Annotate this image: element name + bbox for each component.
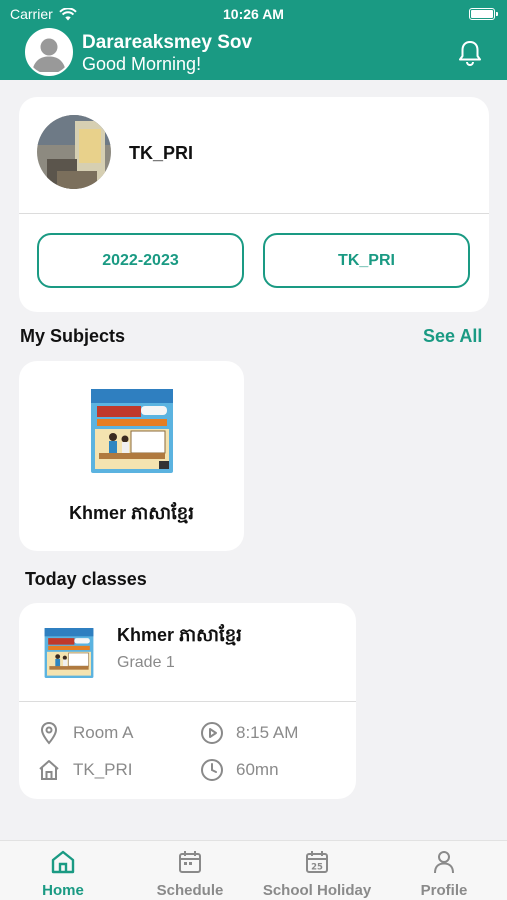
see-all-link[interactable]: See All [423, 326, 482, 347]
school-logo [37, 115, 111, 189]
today-classes-title: Today classes [25, 569, 147, 589]
class-room: Room A [37, 721, 133, 745]
status-bar: Carrier 10:26 AM [0, 0, 507, 28]
class-room-text: Room A [73, 723, 134, 742]
house-icon [39, 760, 59, 780]
subject-card[interactable]: Khmer ភាសាខ្មែរ [19, 361, 244, 551]
card-divider [19, 213, 489, 214]
play-circle-icon [201, 722, 223, 744]
school-photo-icon [37, 115, 111, 189]
bottom-nav: Home Schedule 25 School Holiday Profile [0, 840, 507, 900]
class-duration-text: 60mn [236, 760, 279, 779]
school-name: TK_PRI [129, 143, 194, 163]
nav-profile-label: Profile [420, 882, 468, 899]
app-header: Carrier 10:26 AM Darareaksmey Sov Good M… [0, 0, 507, 80]
status-time: 10:26 AM [223, 6, 284, 22]
bell-icon[interactable] [455, 38, 485, 68]
user-name: Darareaksmey Sov [82, 32, 253, 53]
class-grade: Grade 1 [117, 654, 175, 671]
location-pin-icon [40, 721, 58, 745]
class-subject: Khmer ភាសាខ្មែរ [117, 625, 242, 645]
class-school: TK_PRI [37, 758, 133, 782]
calendar-25-icon: 25 [306, 851, 328, 873]
class-duration: 60mn [200, 758, 279, 782]
nav-home-label: Home [42, 882, 84, 899]
class-card[interactable]: Khmer ភាសាខ្មែរ Grade 1 Room A 8:15 AM T… [19, 603, 356, 799]
nav-profile[interactable]: Profile [381, 841, 507, 900]
home-icon [51, 850, 75, 874]
nav-schedule[interactable]: Schedule [127, 841, 253, 900]
academic-year-button[interactable]: 2022-2023 [37, 233, 244, 288]
subject-name: Khmer ភាសាខ្មែរ [69, 503, 194, 523]
svg-text:25: 25 [311, 863, 323, 873]
person-avatar-icon [27, 30, 71, 74]
greeting-text: Good Morning! [82, 54, 202, 74]
khmer-book-cover-icon [91, 389, 173, 473]
battery-icon [469, 8, 498, 20]
class-divider [19, 701, 356, 702]
school-card: TK_PRI 2022-2023 TK_PRI [19, 97, 489, 312]
clock-icon [201, 759, 223, 781]
class-school-text: TK_PRI [73, 760, 133, 779]
school-select-button[interactable]: TK_PRI [263, 233, 470, 288]
person-icon [434, 851, 454, 874]
nav-schedule-label: Schedule [156, 882, 224, 899]
nav-home[interactable]: Home [0, 841, 126, 900]
class-time: 8:15 AM [200, 721, 298, 745]
calendar-icon [179, 851, 201, 873]
khmer-book-cover-icon [44, 628, 94, 678]
my-subjects-title: My Subjects [20, 326, 126, 346]
nav-school-holiday[interactable]: 25 School Holiday [254, 841, 380, 900]
avatar[interactable] [25, 28, 73, 76]
class-time-text: 8:15 AM [236, 723, 299, 742]
nav-school-holiday-label: School Holiday [262, 882, 372, 899]
